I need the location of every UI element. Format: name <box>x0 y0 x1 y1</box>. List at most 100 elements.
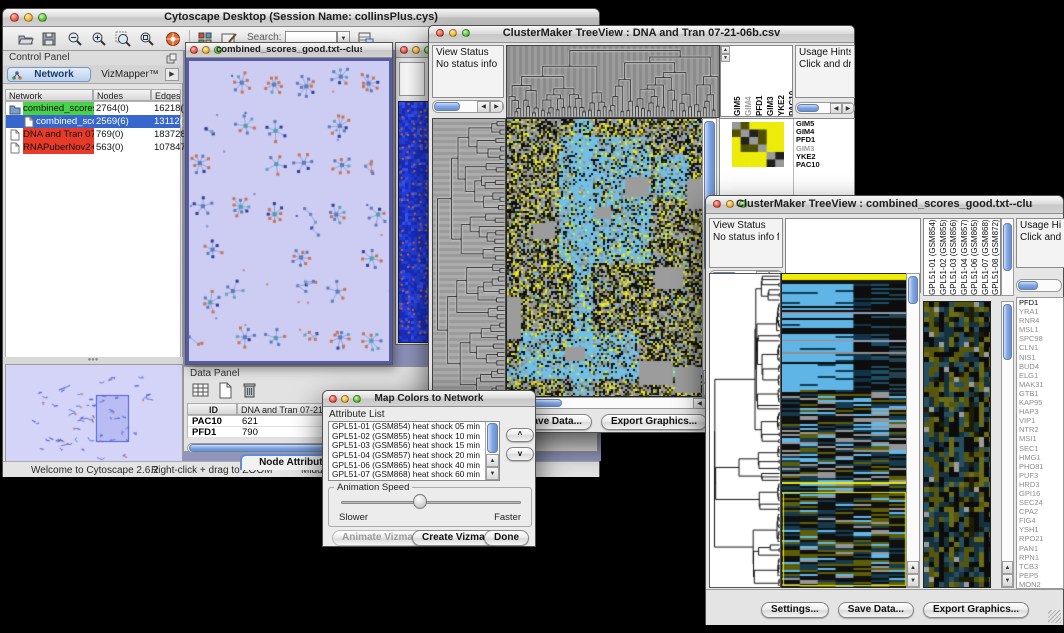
attribute-list-item[interactable]: GPL51-02 (GSM855) heat shock 10 min <box>329 432 499 442</box>
close-button[interactable] <box>436 29 444 37</box>
gene-label[interactable]: FIG4 <box>1017 516 1063 525</box>
network-row[interactable]: combined_sco2569(6)13112(15) <box>6 115 180 128</box>
gene-label[interactable]: PUF3 <box>1017 471 1063 480</box>
treeview1-column-dendrogram[interactable] <box>506 45 720 118</box>
tab-vizmapper[interactable]: VizMapper™ <box>97 68 163 82</box>
close-button[interactable] <box>713 200 721 208</box>
gene-label[interactable]: RPN1 <box>1017 553 1063 562</box>
save-session-icon[interactable] <box>41 31 57 47</box>
vscroll-thumb[interactable] <box>487 423 498 453</box>
gene-label[interactable]: HMG1 <box>1017 453 1063 462</box>
birdseye-view[interactable] <box>5 364 183 462</box>
treeview1-row-dendrogram[interactable] <box>432 118 506 397</box>
zoom-in-icon[interactable] <box>91 31 107 47</box>
scroll-thumb[interactable] <box>434 102 460 111</box>
scroll-thumb[interactable] <box>1018 281 1038 290</box>
listbox-vscrollbar[interactable]: ▲ ▼ <box>485 422 499 480</box>
network-row[interactable]: DNA and Tran 07769(0)183728(0) <box>6 128 180 141</box>
zoom-out-icon[interactable] <box>67 31 83 47</box>
attribute-list-item[interactable]: GPL51-01 (GSM854) heat shock 05 min <box>329 422 499 432</box>
gene-label[interactable]: MSL1 <box>1017 325 1063 334</box>
treeview1-hscrollbar[interactable]: ◀ ▶ <box>506 397 719 409</box>
vscroll-down-arrow[interactable]: ▼ <box>907 574 919 587</box>
gene-label[interactable]: SPC98 <box>1017 334 1063 343</box>
mini-up-arrow[interactable]: ▲ <box>721 46 730 54</box>
treeview2-zoom-vscrollbar[interactable]: ▲ ▼ <box>1001 301 1014 588</box>
gene-label[interactable]: CPA2 <box>1017 507 1063 516</box>
gene-label[interactable]: RNR4 <box>1017 316 1063 325</box>
gene-label[interactable]: YSH1 <box>1017 525 1063 534</box>
dialog-titlebar[interactable]: Map Colors to Network <box>323 391 535 407</box>
table-grid-icon[interactable] <box>192 382 210 399</box>
speed-slider-track[interactable] <box>341 501 521 504</box>
minimize-button[interactable] <box>341 395 349 403</box>
treeview2-hints-scrollbar[interactable] <box>1016 279 1062 292</box>
move-down-button[interactable]: v <box>506 447 534 461</box>
tabs-overflow-button[interactable]: ▶ <box>165 68 179 81</box>
zoom-selected-icon[interactable] <box>115 31 131 47</box>
export-graphics-button[interactable]: Export Graphics... <box>923 602 1029 618</box>
mini-down-arrow[interactable]: ▼ <box>721 54 730 62</box>
done-button[interactable]: Done <box>484 530 529 546</box>
gene-label[interactable]: NIS1 <box>1017 353 1063 362</box>
network-row[interactable]: RNAPuberNov2+563(0)107847(0) <box>6 141 180 154</box>
close-button[interactable] <box>400 46 408 54</box>
vscroll-down-arrow[interactable]: ▼ <box>486 467 499 480</box>
attribute-list-item[interactable]: GPL51-06 (GSM865) heat shock 40 min <box>329 461 499 471</box>
gene-label[interactable]: VIP1 <box>1017 416 1063 425</box>
open-session-icon[interactable] <box>17 31 34 47</box>
float-panel-icon[interactable] <box>166 53 177 64</box>
vscroll-up-arrow[interactable]: ▲ <box>907 561 919 574</box>
treeview2-heatmap[interactable] <box>781 273 908 588</box>
gene-label[interactable]: YRA1 <box>1017 307 1063 316</box>
vscroll-up-arrow[interactable]: ▲ <box>486 454 499 467</box>
zoom-fit-icon[interactable] <box>139 31 155 47</box>
help-lifesaver-icon[interactable] <box>165 31 181 47</box>
header-nodes[interactable]: Nodes <box>93 89 151 101</box>
treeview2-titlebar[interactable]: ClusterMaker TreeView : combined_scores_… <box>706 196 1063 214</box>
treeview2-collabel-vscrollbar[interactable] <box>1001 218 1014 296</box>
close-button[interactable] <box>329 395 337 403</box>
gene-label[interactable]: PFD1 <box>1017 298 1063 307</box>
speed-slider-thumb[interactable] <box>413 494 427 509</box>
move-up-button[interactable]: ^ <box>506 428 534 442</box>
header-network[interactable]: Network <box>5 89 93 101</box>
gene-label[interactable]: MAK31 <box>1017 380 1063 389</box>
gene-label[interactable]: BUD4 <box>1017 362 1063 371</box>
scroll-right-arrow[interactable]: ▶ <box>842 103 854 114</box>
new-attribute-icon[interactable] <box>218 382 233 399</box>
tab-network[interactable]: Network <box>7 67 91 82</box>
gene-label[interactable]: PHO81 <box>1017 462 1063 471</box>
treeview1-hints-scrollbar[interactable]: ◀ ▶ <box>795 102 855 114</box>
treeview1-heatmap[interactable] <box>506 118 703 397</box>
gene-label[interactable]: SEC1 <box>1017 444 1063 453</box>
gene-label[interactable]: PAN1 <box>1017 544 1063 553</box>
vscroll-thumb[interactable] <box>1003 223 1012 271</box>
close-button[interactable] <box>10 13 19 22</box>
minimize-button[interactable] <box>412 46 420 54</box>
attribute-list-item[interactable]: GPL51-04 (GSM857) heat shock 20 min <box>329 451 499 461</box>
gene-label[interactable]: NTR2 <box>1017 425 1063 434</box>
gene-label[interactable]: PEP5 <box>1017 571 1063 580</box>
settings-button[interactable]: Settings... <box>761 602 829 618</box>
close-button[interactable] <box>190 46 198 54</box>
save-data-button[interactable]: Save Data... <box>838 602 914 618</box>
scroll-left-arrow[interactable]: ◀ <box>830 103 842 114</box>
treeview1-correlation-matrix[interactable] <box>732 122 784 167</box>
gene-label[interactable]: SEC24 <box>1017 498 1063 507</box>
minimize-button[interactable] <box>202 46 210 54</box>
gene-label[interactable]: HAP3 <box>1017 407 1063 416</box>
vscroll-up-arrow[interactable]: ▲ <box>1002 561 1013 574</box>
scroll-left-arrow[interactable]: ◀ <box>477 101 490 113</box>
minimize-button[interactable] <box>726 200 734 208</box>
resize-grip[interactable] <box>1048 610 1061 623</box>
scroll-thumb[interactable] <box>797 104 819 112</box>
gene-label[interactable]: MON2 <box>1017 580 1063 589</box>
vscroll-thumb[interactable] <box>908 276 918 304</box>
network-row[interactable]: combined_scores2764(0)16218(0) <box>6 102 180 115</box>
gene-label[interactable]: RPO21 <box>1017 534 1063 543</box>
minimize-button[interactable] <box>449 29 457 37</box>
panel-splitter[interactable]: ●●● <box>3 357 183 364</box>
minimize-button[interactable] <box>24 13 33 22</box>
gene-label[interactable]: KAP95 <box>1017 398 1063 407</box>
